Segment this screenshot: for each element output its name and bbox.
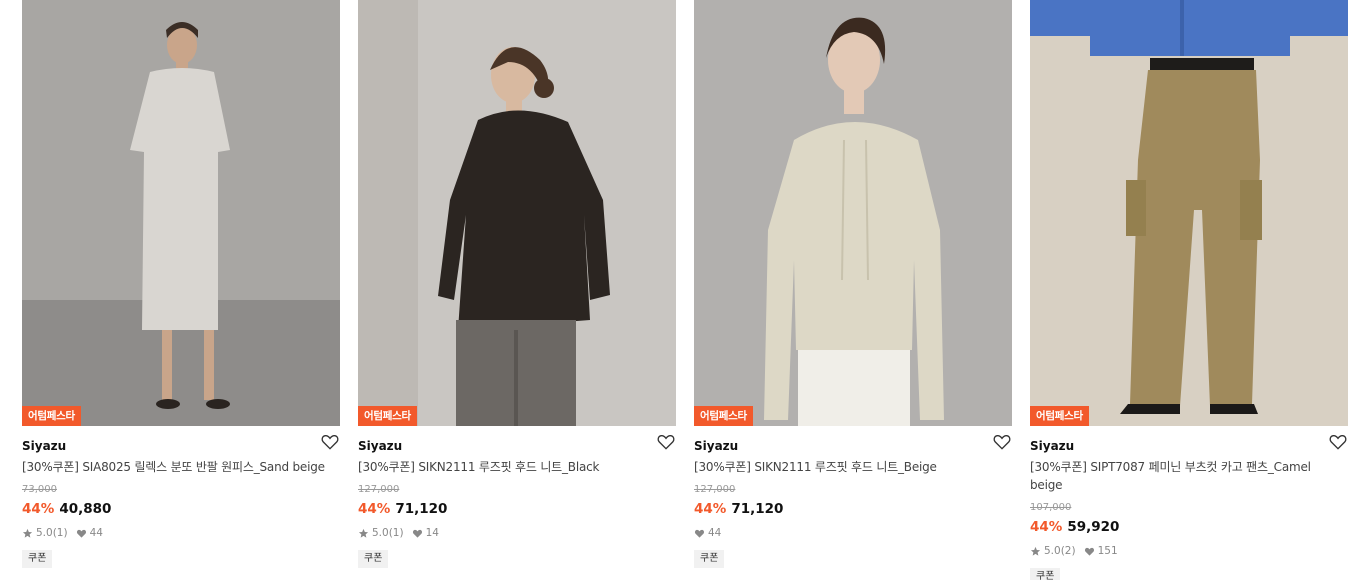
product-grid: 어텀페스타 Siyazu [30%쿠폰] SIA8025 릴렉스 분또 반팔 원… [0,0,1358,580]
review-meta: 5.0 (1) 44 [22,526,340,540]
product-image[interactable]: 어텀페스타 [22,0,340,426]
review-meta: 44 [694,526,1012,540]
star-icon [1030,546,1041,556]
product-card[interactable]: 어텀페스타 Siyazu [30%쿠폰] SIA8025 릴렉스 분또 반팔 원… [22,0,340,568]
heart-filled-icon [76,529,86,538]
product-card[interactable]: 어텀페스타 Siyazu [30%쿠폰] SIKN2111 루즈핏 후드 니트_… [694,0,1012,568]
original-price: 127,000 [358,484,400,495]
review-count: (1) [52,527,68,539]
rating-value: 5.0 [36,527,53,539]
brand-name[interactable]: Siyazu [694,435,738,457]
event-badge: 어텀페스타 [694,406,753,426]
product-image[interactable]: 어텀페스타 [694,0,1012,426]
coupon-tag: 쿠폰 [1030,568,1061,580]
event-badge: 어텀페스타 [1030,406,1089,426]
product-title[interactable]: [30%쿠폰] SIPT7087 페미닌 부츠컷 카고 팬츠_Camel bei… [1030,458,1330,494]
rating-value: 5.0 [372,527,389,539]
sale-price: 40,880 [59,501,112,517]
review-meta: 5.0 (2) 151 [1030,544,1348,558]
like-count: 14 [425,527,439,539]
product-photo [1030,0,1348,426]
coupon-tag: 쿠폰 [694,550,725,568]
brand-name[interactable]: Siyazu [358,435,402,457]
sale-price: 71,120 [395,501,448,517]
event-badge: 어텀페스타 [22,406,81,426]
heart-filled-icon [1084,547,1094,556]
price-row: 44% 59,920 [1030,518,1348,536]
original-price: 107,000 [1030,502,1072,513]
product-image[interactable]: 어텀페스타 [358,0,676,426]
heart-filled-icon [412,529,422,538]
star-icon [22,528,33,538]
product-photo [694,0,1012,426]
like-count: 44 [708,527,722,539]
review-meta: 5.0 (1) 14 [358,526,676,540]
star-icon [358,528,369,538]
product-title[interactable]: [30%쿠폰] SIA8025 릴렉스 분또 반팔 원피스_Sand beige [22,458,340,476]
product-photo [22,0,340,426]
like-count: 151 [1097,545,1118,557]
coupon-tag: 쿠폰 [358,550,389,568]
brand-name[interactable]: Siyazu [1030,435,1074,457]
sale-price: 59,920 [1067,519,1120,535]
product-title[interactable]: [30%쿠폰] SIKN2111 루즈핏 후드 니트_Black [358,458,676,476]
coupon-tag: 쿠폰 [22,550,53,568]
wishlist-heart-icon[interactable] [320,432,340,452]
discount-rate: 44% [694,501,727,517]
wishlist-heart-icon[interactable] [1328,432,1348,452]
original-price: 127,000 [694,484,736,495]
product-card[interactable]: 어텀페스타 Siyazu [30%쿠폰] SIKN2111 루즈핏 후드 니트_… [358,0,676,568]
original-price: 73,000 [22,484,57,495]
wishlist-heart-icon[interactable] [992,432,1012,452]
price-row: 44% 71,120 [694,500,1012,518]
like-count: 44 [89,527,103,539]
heart-filled-icon [694,529,705,538]
event-badge: 어텀페스타 [358,406,417,426]
brand-name[interactable]: Siyazu [22,435,66,457]
review-count: (1) [388,527,404,539]
price-row: 44% 71,120 [358,500,676,518]
rating-value: 5.0 [1044,545,1061,557]
product-photo [358,0,676,426]
product-card[interactable]: 어텀페스타 Siyazu [30%쿠폰] SIPT7087 페미닌 부츠컷 카고… [1030,0,1348,580]
wishlist-heart-icon[interactable] [656,432,676,452]
sale-price: 71,120 [731,501,784,517]
discount-rate: 44% [358,501,391,517]
product-image[interactable]: 어텀페스타 [1030,0,1348,426]
discount-rate: 44% [22,501,55,517]
price-row: 44% 40,880 [22,500,340,518]
review-count: (2) [1060,545,1076,557]
product-title[interactable]: [30%쿠폰] SIKN2111 루즈핏 후드 니트_Beige [694,458,1012,476]
discount-rate: 44% [1030,519,1063,535]
